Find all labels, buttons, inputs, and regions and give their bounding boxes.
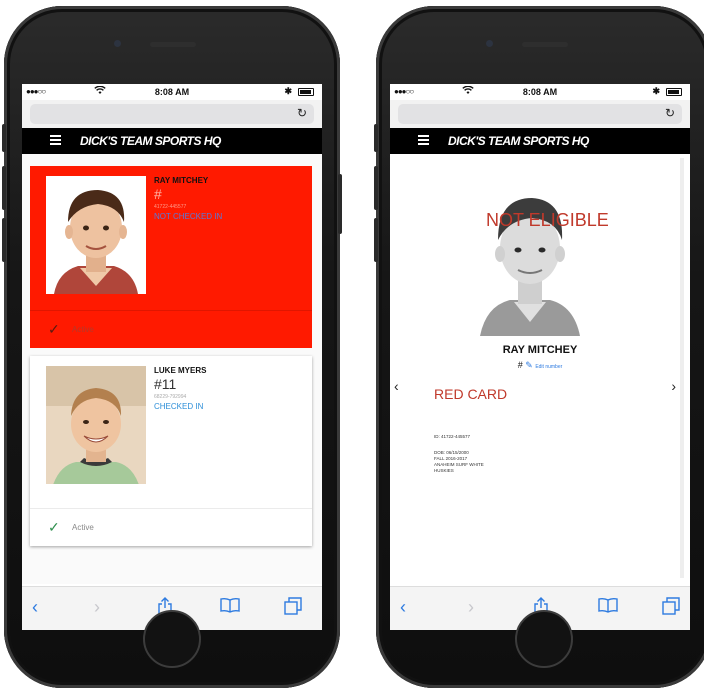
stage: ●●●○○ 8:08 AM ✱ ↻ DICK'S TEAM SPORTS HQ — [0, 0, 704, 691]
forward-icon[interactable]: › — [468, 597, 474, 618]
home-button[interactable] — [515, 610, 573, 668]
app-header: DICK'S TEAM SPORTS HQ — [22, 128, 322, 154]
player-photo — [46, 366, 146, 484]
reload-icon[interactable]: ↻ — [297, 106, 307, 120]
back-icon[interactable]: ‹ — [400, 597, 406, 618]
roster-list: RAY MITCHEY # 41722-445577 NOT CHECKED I… — [22, 154, 322, 584]
clock: 8:08 AM — [522, 87, 558, 97]
player-id: 41722-445577 — [154, 204, 187, 210]
forward-icon[interactable]: › — [94, 597, 100, 618]
card-footer: ✓ Active — [30, 310, 312, 348]
bookmarks-icon[interactable] — [220, 597, 240, 618]
status-bar: ●●●○○ 8:08 AM ✱ — [390, 84, 690, 100]
clock: 8:08 AM — [154, 87, 190, 97]
player-number: #11 — [154, 376, 177, 392]
screen-detail: ●●●○○ 8:08 AM ✱ ↻ DICK'S TEAM SPORTS HQ — [390, 84, 690, 630]
screen-roster: ●●●○○ 8:08 AM ✱ ↻ DICK'S TEAM SPORTS HQ — [22, 84, 322, 630]
check-icon: ✓ — [48, 519, 60, 535]
camera-icon — [114, 40, 121, 47]
speaker-grill — [150, 42, 196, 47]
brand-title: DICK'S TEAM SPORTS HQ — [80, 134, 221, 148]
edit-number-link[interactable]: Edit number — [535, 364, 562, 370]
reload-icon[interactable]: ↻ — [665, 106, 675, 120]
brand-title: DICK'S TEAM SPORTS HQ — [448, 134, 589, 148]
active-label: Active — [72, 523, 94, 532]
card-footer: ✓ Active — [30, 508, 312, 546]
chevron-left-icon[interactable]: ‹ — [394, 378, 399, 394]
home-button[interactable] — [143, 610, 201, 668]
card-status: RED CARD — [434, 386, 508, 402]
tabs-icon[interactable] — [284, 597, 302, 620]
menu-icon[interactable] — [50, 135, 61, 147]
back-icon[interactable]: ‹ — [32, 597, 38, 618]
speaker-grill — [522, 42, 568, 47]
player-id: 68229-792994 — [154, 394, 187, 400]
checkin-status[interactable]: CHECKED IN — [154, 402, 203, 411]
player-name: LUKE MYERS — [154, 366, 207, 375]
pencil-icon[interactable]: ✎ — [525, 360, 533, 370]
player-photo — [46, 176, 146, 294]
player-detail: NOT ELIGIBLE RAY MITCHEY # ✎ Edit number… — [390, 154, 690, 584]
eligibility-overlay: NOT ELIGIBLE — [486, 210, 609, 230]
player-number-row: # ✎ Edit number — [390, 360, 690, 371]
player-name: RAY MITCHEY — [154, 176, 209, 185]
player-number: # — [154, 186, 162, 202]
url-field[interactable]: ↻ — [30, 104, 314, 124]
url-bar: ↻ — [390, 100, 690, 128]
player-team-alt: HUSKIES — [434, 468, 454, 473]
url-bar: ↻ — [22, 100, 322, 128]
phone-right: ●●●○○ 8:08 AM ✱ ↻ DICK'S TEAM SPORTS HQ — [374, 6, 704, 688]
bluetooth-icon: ✱ — [652, 86, 660, 96]
phone-left: ●●●○○ 8:08 AM ✱ ↻ DICK'S TEAM SPORTS HQ — [2, 6, 342, 688]
battery-icon — [666, 88, 682, 96]
tabs-icon[interactable] — [662, 597, 680, 620]
status-bar: ●●●○○ 8:08 AM ✱ — [22, 84, 322, 100]
player-card-ray-mitchey[interactable]: RAY MITCHEY # 41722-445577 NOT CHECKED I… — [30, 166, 312, 348]
active-label: Active — [72, 325, 94, 334]
player-name: RAY MITCHEY — [502, 344, 578, 356]
url-field[interactable]: ↻ — [398, 104, 682, 124]
check-icon: ✓ — [48, 321, 60, 337]
player-number: # — [517, 360, 523, 370]
battery-icon — [298, 88, 314, 96]
player-id: ID: 41722-445577 — [434, 434, 471, 439]
menu-icon[interactable] — [418, 135, 429, 147]
app-header: DICK'S TEAM SPORTS HQ — [390, 128, 690, 154]
checkin-status[interactable]: NOT CHECKED IN — [154, 212, 222, 221]
player-photo-large — [474, 176, 586, 336]
chevron-right-icon[interactable]: › — [671, 378, 676, 394]
camera-icon — [486, 40, 493, 47]
bookmarks-icon[interactable] — [598, 597, 618, 618]
player-card-luke-myers[interactable]: LUKE MYERS #11 68229-792994 CHECKED IN ✓… — [30, 356, 312, 546]
bluetooth-icon: ✱ — [284, 86, 292, 96]
